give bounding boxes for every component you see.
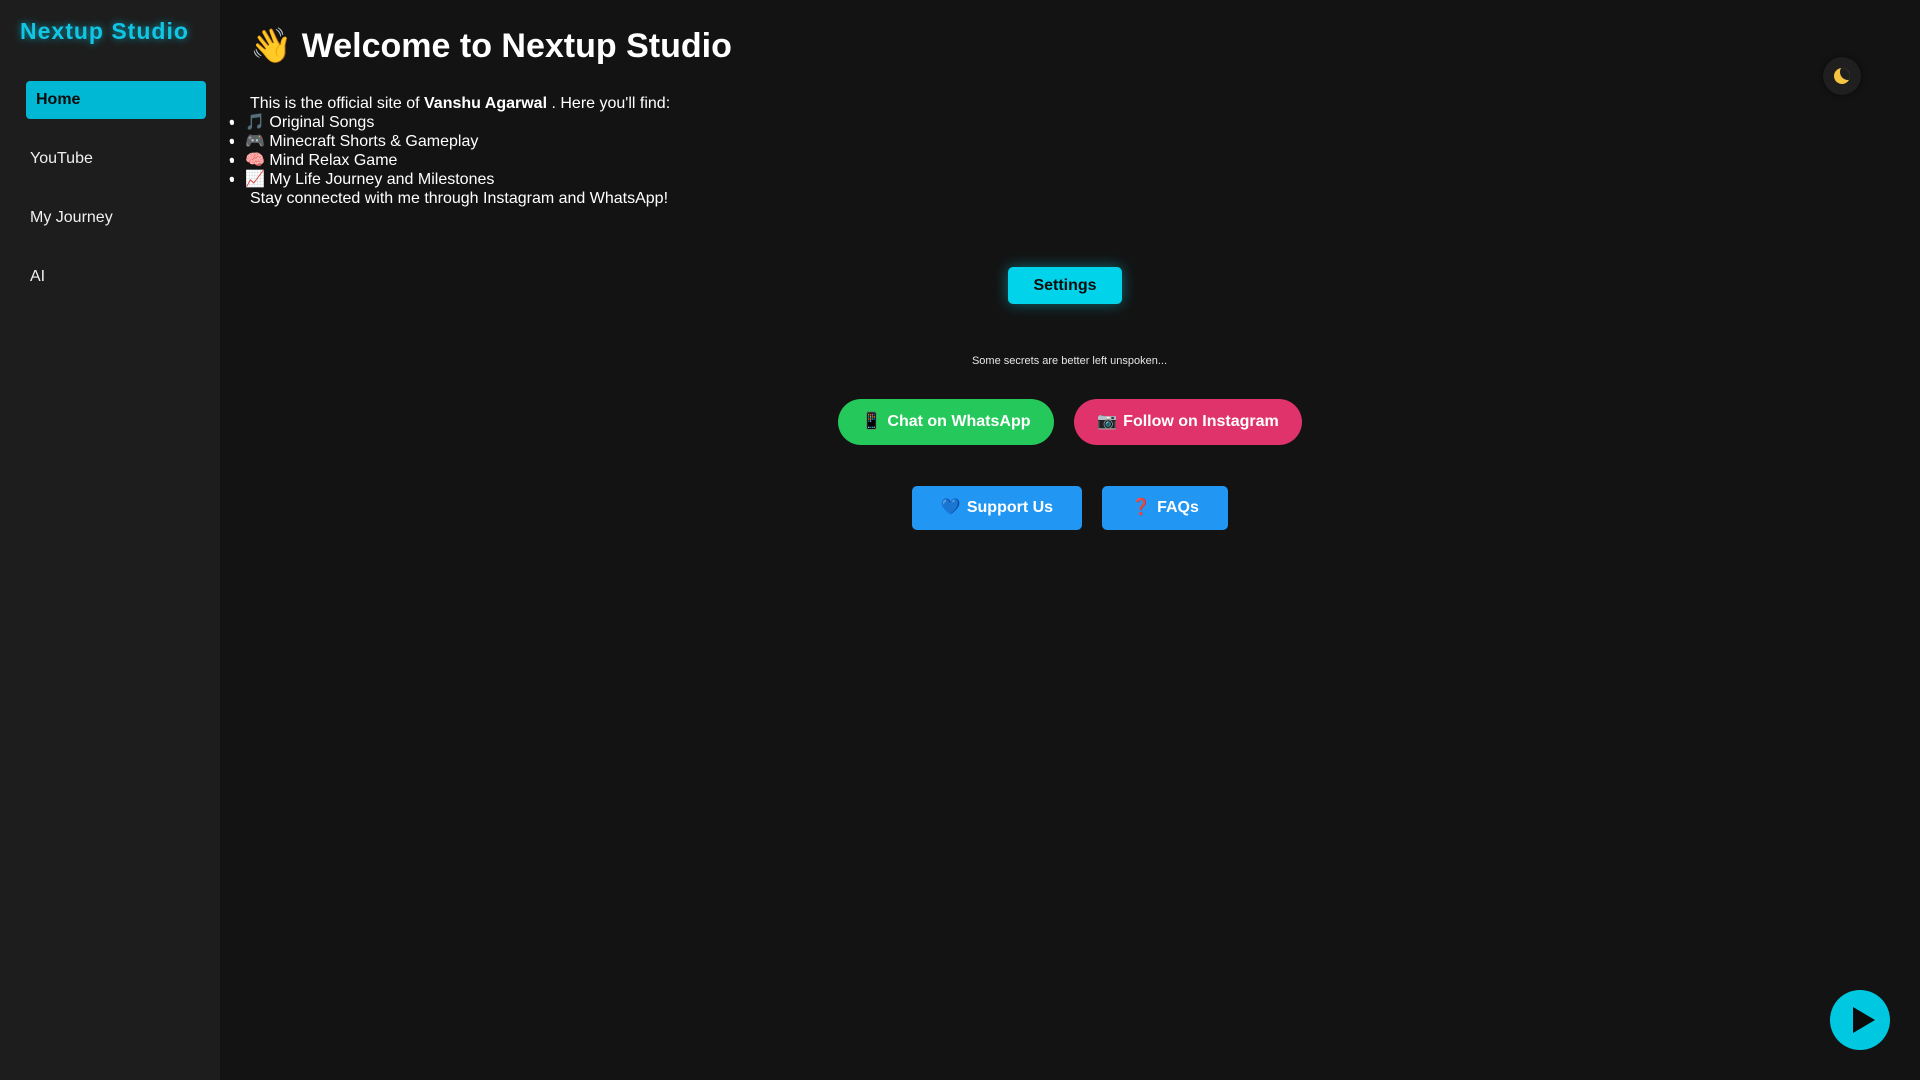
question-mark-icon: ❓ [1131, 499, 1152, 516]
list-item-text: Minecraft Shorts & Gameplay [269, 133, 479, 150]
theme-toggle-button[interactable] [1823, 57, 1861, 95]
sidebar-item-home[interactable]: Home [26, 81, 206, 119]
owner-name: Vanshu Agarwal [424, 95, 548, 112]
list-item-text: Original Songs [269, 114, 375, 131]
mobile-phone-icon: 📱 [861, 413, 882, 430]
settings-button[interactable]: Settings [1008, 267, 1122, 304]
list-item: 📈 My Life Journey and Milestones [229, 170, 670, 189]
play-button[interactable] [1830, 990, 1890, 1050]
secret-text: Some secrets are better left unspoken... [971, 355, 1168, 367]
list-item: 🎮 Minecraft Shorts & Gameplay [229, 132, 670, 151]
list-item-text: Mind Relax Game [269, 152, 398, 169]
sidebar-item-my-journey[interactable]: My Journey [26, 199, 206, 237]
list-item-text: My Life Journey and Milestones [269, 171, 495, 188]
list-item: 🧠 Mind Relax Game [229, 151, 670, 170]
brand-logo[interactable]: Nextup Studio [20, 18, 189, 45]
brain-icon: 🧠 [245, 152, 265, 169]
moon-icon [1834, 68, 1850, 84]
waving-hand-icon: 👋 [250, 27, 293, 65]
support-button-label: Support Us [966, 499, 1054, 516]
intro-suffix: . Here you'll find: [551, 95, 671, 112]
intro-prefix: This is the official site of [250, 95, 420, 112]
feature-list: 🎵 Original Songs 🎮 Minecraft Shorts & Ga… [229, 113, 670, 189]
intro-line: This is the official site of Vanshu Agar… [250, 94, 670, 113]
instagram-button-label: Follow on Instagram [1123, 413, 1279, 430]
music-note-icon: 🎵 [245, 114, 265, 131]
page-title: 👋 Welcome to Nextup Studio [250, 26, 732, 66]
support-button[interactable]: 💙 Support Us [912, 486, 1082, 530]
sidebar: Nextup Studio Home YouTube My Journey AI [0, 0, 220, 1080]
list-item: 🎵 Original Songs [229, 113, 670, 132]
faqs-button[interactable]: ❓ FAQs [1102, 486, 1228, 530]
whatsapp-button[interactable]: 📱 Chat on WhatsApp [838, 399, 1054, 445]
sidebar-item-ai[interactable]: AI [26, 258, 206, 296]
chart-increasing-icon: 📈 [245, 171, 265, 188]
intro-text: This is the official site of Vanshu Agar… [229, 94, 670, 208]
sidebar-nav: Home YouTube My Journey AI [26, 81, 206, 317]
game-controller-icon: 🎮 [245, 133, 265, 150]
page-title-text: Welcome to Nextup Studio [301, 27, 732, 65]
instagram-button[interactable]: 📷 Follow on Instagram [1074, 399, 1302, 445]
whatsapp-button-label: Chat on WhatsApp [887, 413, 1031, 430]
sidebar-item-youtube[interactable]: YouTube [26, 140, 206, 178]
play-icon [1853, 1007, 1875, 1033]
faqs-button-label: FAQs [1157, 499, 1199, 516]
camera-icon: 📷 [1097, 413, 1118, 430]
main-content: 👋 Welcome to Nextup Studio This is the o… [220, 0, 1920, 1080]
outro-text: Stay connected with me through Instagram… [250, 190, 669, 207]
blue-heart-icon: 💙 [940, 499, 961, 516]
